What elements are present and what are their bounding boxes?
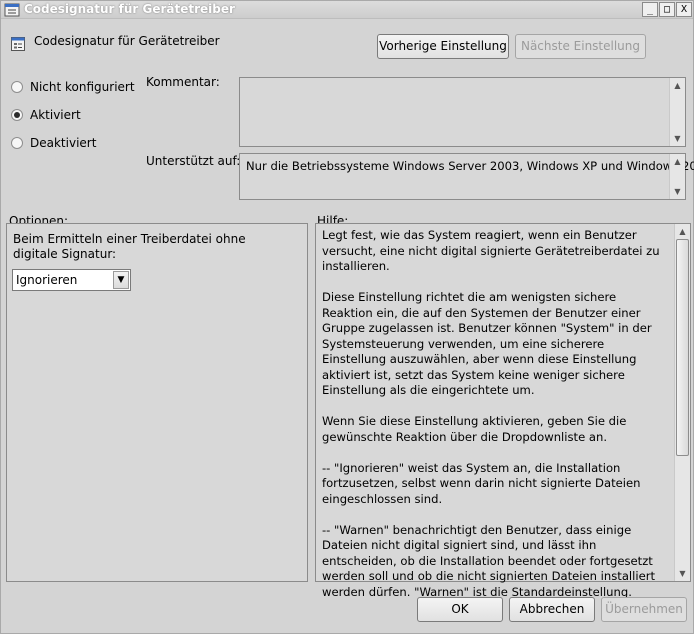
scroll-up-icon[interactable]: ▲ [670,154,685,169]
radio-label-enabled: Aktiviert [30,108,81,122]
radio-enabled[interactable] [11,109,23,121]
driver-signing-option-label: Beim Ermitteln einer Treiberdatei ohne d… [13,232,246,261]
comment-scrollbar[interactable]: ▲ ▼ [669,78,685,146]
radio-label-not-configured: Nicht konfiguriert [30,80,135,94]
next-setting-button[interactable]: Nächste Einstellung [515,34,646,59]
supported-on-box: Nur die Betriebssysteme Windows Server 2… [239,153,694,200]
driver-signing-dropdown[interactable]: Ignorieren ▼ [12,269,131,291]
scroll-up-icon[interactable]: ▲ [675,224,690,239]
supported-on-value: Nur die Betriebssysteme Windows Server 2… [246,159,694,173]
minimize-button[interactable]: _ [642,2,658,17]
scroll-down-icon[interactable]: ▼ [670,131,685,146]
radio-not-configured[interactable] [11,81,23,93]
close-button[interactable]: X [676,2,692,17]
help-paragraph: -- "Warnen" benachrichtigt den Benutzer,… [322,522,656,599]
help-panel[interactable]: Legt fest, wie das System reagiert, wenn… [315,223,691,599]
policy-dialog: Codesignatur für Gerätetreiber _ □ X Cod… [0,0,694,634]
radio-disabled[interactable] [11,137,23,149]
chevron-down-icon[interactable]: ▼ [113,271,129,289]
policy-setting-icon [4,3,20,17]
radio-label-disabled: Deaktiviert [30,136,97,150]
window-title: Codesignatur für Gerätetreiber [24,2,235,16]
scroll-down-icon[interactable]: ▼ [670,184,685,199]
help-paragraph: Diese Einstellung richtet die am wenigst… [322,290,652,397]
previous-setting-button[interactable]: Vorherige Einstellung [377,34,509,59]
scroll-down-icon[interactable]: ▼ [675,566,690,581]
supported-scrollbar[interactable]: ▲ ▼ [669,154,685,199]
help-paragraph: -- "Ignorieren" weist das System an, die… [322,460,641,506]
help-text: Legt fest, wie das System reagiert, wenn… [322,228,667,616]
help-paragraph: Wenn Sie diese Einstellung aktivieren, g… [322,414,627,444]
ok-button[interactable]: OK [417,597,503,622]
comment-label: Kommentar: [146,75,220,89]
supported-on-label: Unterstützt auf: [146,154,241,168]
help-paragraph: Legt fest, wie das System reagiert, wenn… [322,228,660,273]
title-bar[interactable]: Codesignatur für Gerätetreiber _ □ X [1,1,693,19]
radio-selected-dot [14,112,20,118]
dropdown-selected-value: Ignorieren [16,273,78,287]
help-scrollbar[interactable]: ▲ ▼ [674,224,690,581]
policy-setting-icon [11,37,25,51]
maximize-button[interactable]: □ [659,2,675,17]
cancel-button[interactable]: Abbrechen [509,597,595,622]
apply-button[interactable]: Übernehmen [601,597,687,622]
scroll-up-icon[interactable]: ▲ [670,78,685,93]
scroll-thumb[interactable] [676,239,689,456]
options-panel: Beim Ermitteln einer Treiberdatei ohne d… [6,223,308,582]
setting-title: Codesignatur für Gerätetreiber [34,34,220,48]
comment-textarea[interactable]: ▲ ▼ [239,77,686,147]
